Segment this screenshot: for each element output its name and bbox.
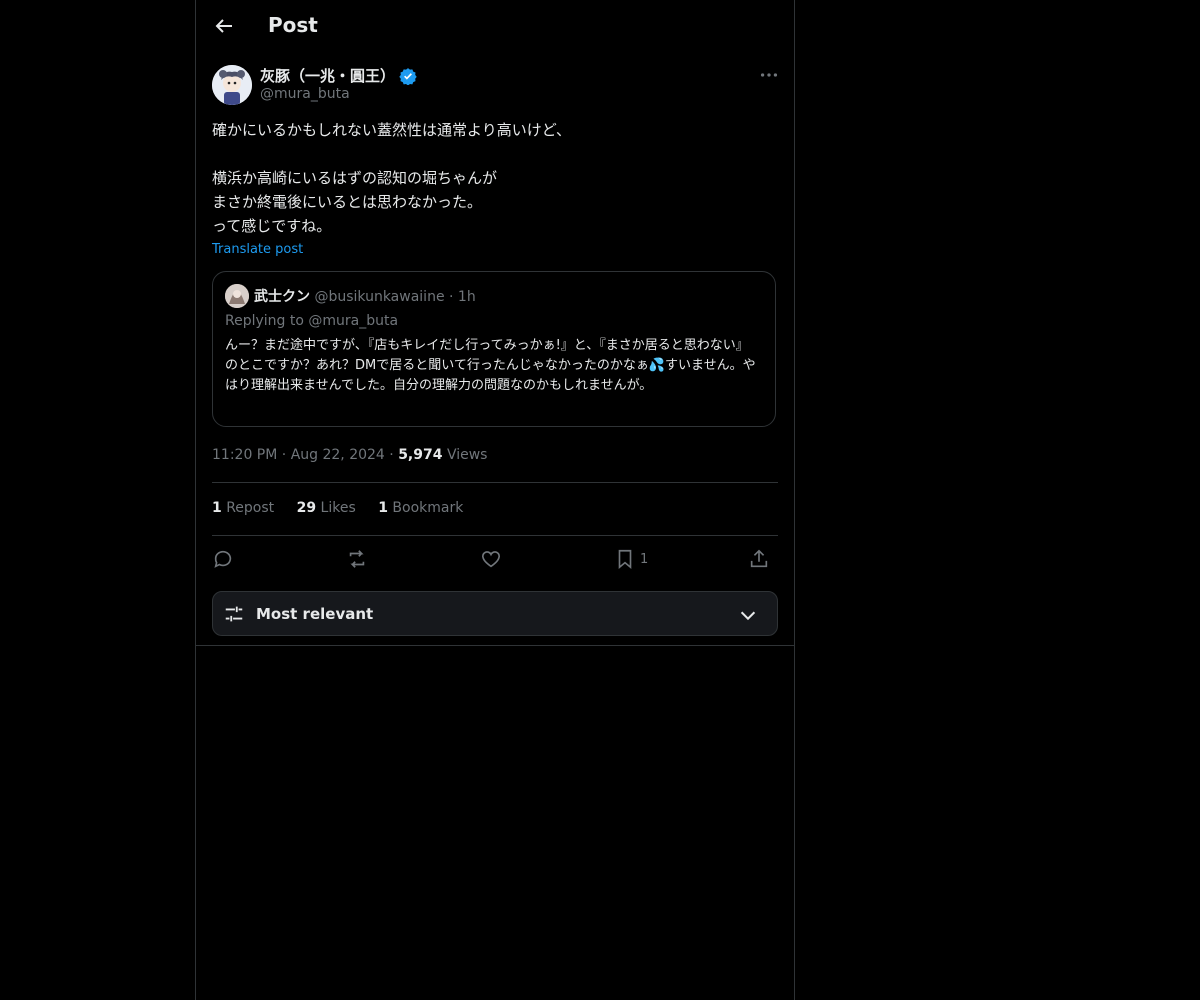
divider [212,482,778,483]
divider [212,535,778,536]
quoted-author-handle: @busikunkawaiine [314,289,445,305]
quoted-post-text: んー？まだ途中ですが、『店もキレイだし行ってみっかぁ!』と、『まさか居ると思わな… [225,338,756,393]
post-text: 確かにいるかもしれない蓋然性は通常より高いけど、 横浜か高崎にいるはずの認知の堀… [212,121,571,235]
repost-icon [349,550,365,568]
likes-count: 29 [296,500,317,516]
reposts-count: 1 [212,500,222,516]
chevron-down-icon [740,611,756,621]
bookmark-button[interactable]: 1 [614,546,648,572]
reposts-stat[interactable]: 1 Repost [212,500,274,516]
author-avatar[interactable] [212,65,252,105]
like-button[interactable] [480,546,502,572]
share-button[interactable] [748,546,770,572]
meta-separator: · [281,447,287,463]
post-stats: 1 Repost 29 Likes 1 Bookmark [212,500,481,516]
quoted-meta-separator: · [449,289,454,305]
views-count: 5,974 [398,447,443,463]
like-icon [481,551,501,568]
views-label: Views [446,447,488,463]
more-icon[interactable] [758,64,780,86]
sliders-icon [225,606,243,622]
author-handle[interactable]: @mura_buta [260,86,350,102]
sort-label: Most relevant [256,605,374,623]
reply-icon [214,550,232,568]
quoted-author-avatar [225,284,249,308]
post-time[interactable]: 11:20 PM [212,447,277,463]
verified-badge-icon [399,67,417,85]
post-meta: 11:20 PM · Aug 22, 2024 · 5,974 Views [212,447,487,463]
post-date[interactable]: Aug 22, 2024 [291,447,385,463]
translate-post-link[interactable]: Translate post [212,242,303,257]
bookmarks-label: Bookmark [392,500,464,516]
likes-label: Likes [320,500,356,516]
post-actions: 1 [212,546,778,574]
share-icon [750,549,768,568]
section-divider [196,645,794,646]
bookmark-icon [618,549,632,570]
page-header: Post [196,0,794,53]
quoted-post[interactable]: 武士クン @busikunkawaiine · 1h Replying to @… [212,271,776,427]
likes-stat[interactable]: 29 Likes [297,500,356,516]
avatar-illustration [212,65,252,105]
post-column: Post 灰豚（一兆・圓王） @mura_buta 確かにいるかもしれない蓋然性… [195,0,795,1000]
replying-to: Replying to @mura_buta [225,313,399,329]
bookmarks-stat[interactable]: 1 Bookmark [378,500,463,516]
author-name[interactable]: 灰豚（一兆・圓王） [260,65,417,86]
quoted-post-time: 1h [457,289,476,305]
reply-button[interactable] [212,546,234,572]
back-arrow-icon[interactable] [212,14,236,38]
repost-button[interactable] [346,546,368,572]
page-title: Post [268,13,318,37]
bookmark-count: 1 [640,551,649,567]
quoted-avatar-illustration [225,284,249,308]
quoted-author-name: 武士クン [254,289,310,305]
bookmarks-count: 1 [378,500,388,516]
meta-separator: · [389,447,394,463]
author-name-text: 灰豚（一兆・圓王） [260,67,396,85]
reposts-label: Repost [226,500,275,516]
quoted-post-header: 武士クン @busikunkawaiine · 1h [254,286,476,306]
sort-replies-dropdown[interactable]: Most relevant [212,591,778,636]
